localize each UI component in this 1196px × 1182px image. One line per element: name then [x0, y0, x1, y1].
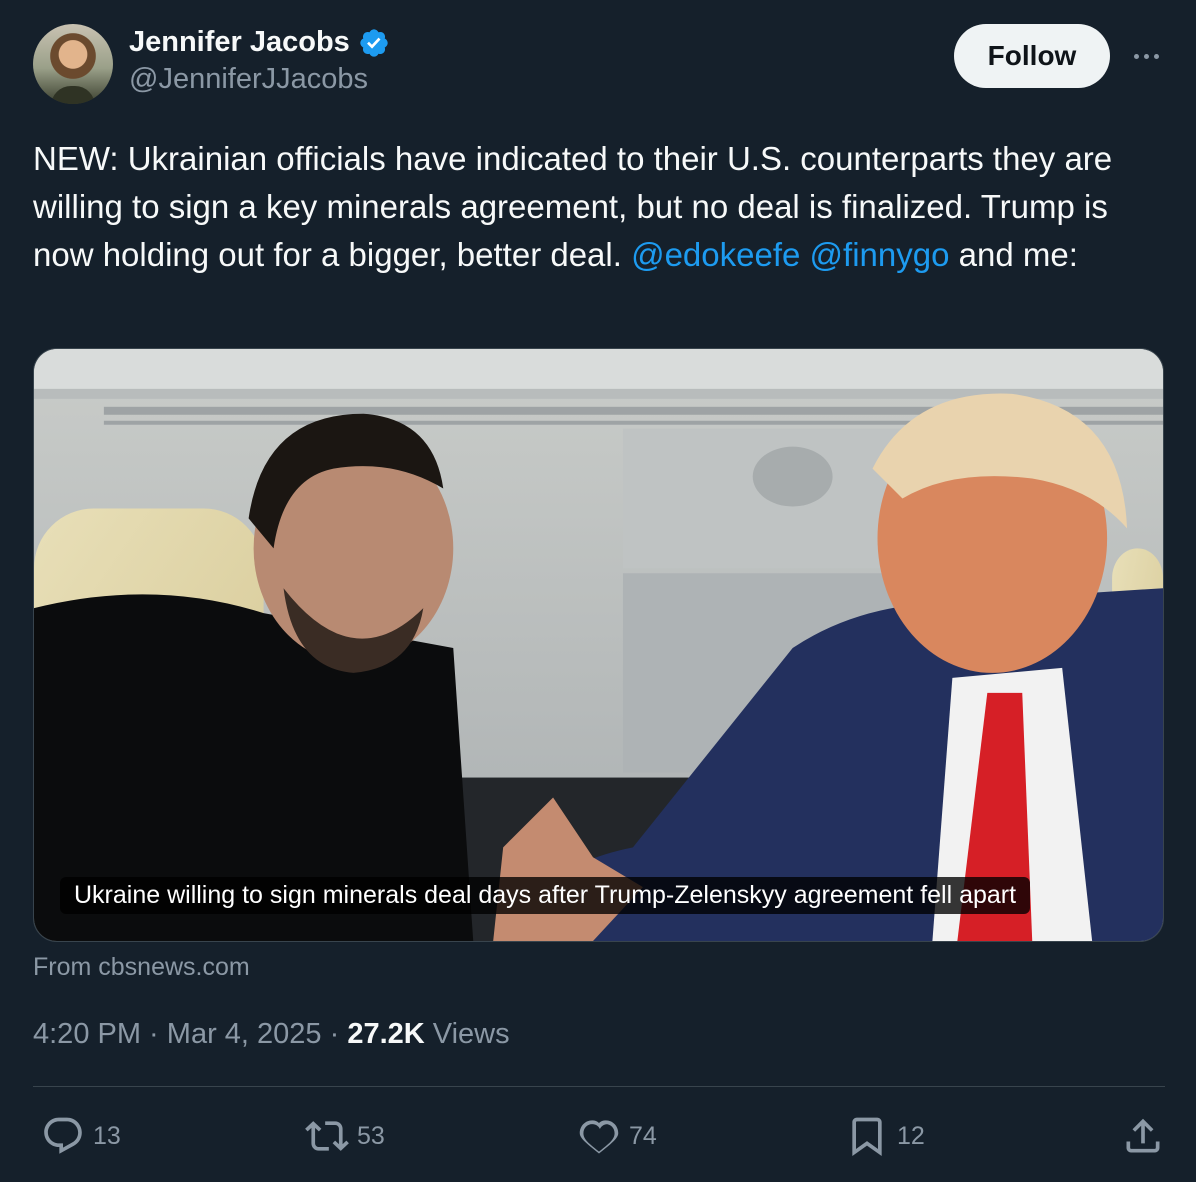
tweet-text-space — [800, 236, 809, 273]
meta-separator: · — [141, 1018, 167, 1050]
mention-link[interactable]: @finnygo — [810, 236, 950, 273]
link-card-image[interactable] — [34, 349, 1163, 941]
views-count: 27.2K — [347, 1018, 425, 1050]
reply-count: 13 — [93, 1121, 121, 1150]
tweet-text-tail: and me: — [949, 236, 1078, 273]
link-source[interactable]: From cbsnews.com — [33, 953, 250, 982]
author-block: Jennifer Jacobs @JenniferJJacobs — [129, 26, 390, 96]
meta-separator: · — [321, 1018, 348, 1050]
verified-badge-icon — [360, 28, 388, 57]
bookmark-count: 12 — [897, 1121, 925, 1150]
link-card-caption[interactable]: Ukraine willing to sign minerals deal da… — [60, 877, 1031, 914]
follow-button[interactable]: Follow — [954, 24, 1110, 88]
tweet-header: Jennifer Jacobs @JenniferJJacobs Follow — [33, 24, 1163, 104]
avatar[interactable] — [33, 24, 113, 104]
reply-icon — [44, 1117, 82, 1154]
action-bar: 13 53 74 12 — [33, 1110, 1165, 1162]
repost-count: 53 — [357, 1121, 385, 1150]
repost-icon — [305, 1121, 349, 1151]
like-button[interactable]: 74 — [577, 1110, 657, 1162]
views-label: Views — [432, 1018, 510, 1050]
author-handle[interactable]: @JenniferJJacobs — [129, 63, 390, 96]
link-card[interactable]: Ukraine willing to sign minerals deal da… — [33, 348, 1164, 942]
bookmark-button[interactable]: 12 — [845, 1110, 925, 1162]
tweet-meta: 4:20 PM · Mar 4, 2025 · 27.2K Views — [33, 1018, 510, 1051]
tweet-time[interactable]: 4:20 PM — [33, 1018, 141, 1050]
tweet-date[interactable]: Mar 4, 2025 — [167, 1018, 322, 1050]
like-count: 74 — [629, 1121, 657, 1150]
share-button[interactable] — [1121, 1110, 1165, 1162]
author-display-name[interactable]: Jennifer Jacobs — [129, 26, 350, 59]
reply-button[interactable]: 13 — [41, 1110, 121, 1162]
divider — [33, 1086, 1165, 1087]
like-icon — [579, 1120, 619, 1154]
tweet-text: NEW: Ukrainian officials have indicated … — [33, 135, 1163, 279]
mention-link[interactable]: @edokeefe — [631, 236, 800, 273]
more-icon[interactable] — [1129, 46, 1163, 66]
share-icon — [1126, 1118, 1160, 1153]
bookmark-icon — [852, 1117, 882, 1157]
repost-button[interactable]: 53 — [305, 1110, 385, 1162]
